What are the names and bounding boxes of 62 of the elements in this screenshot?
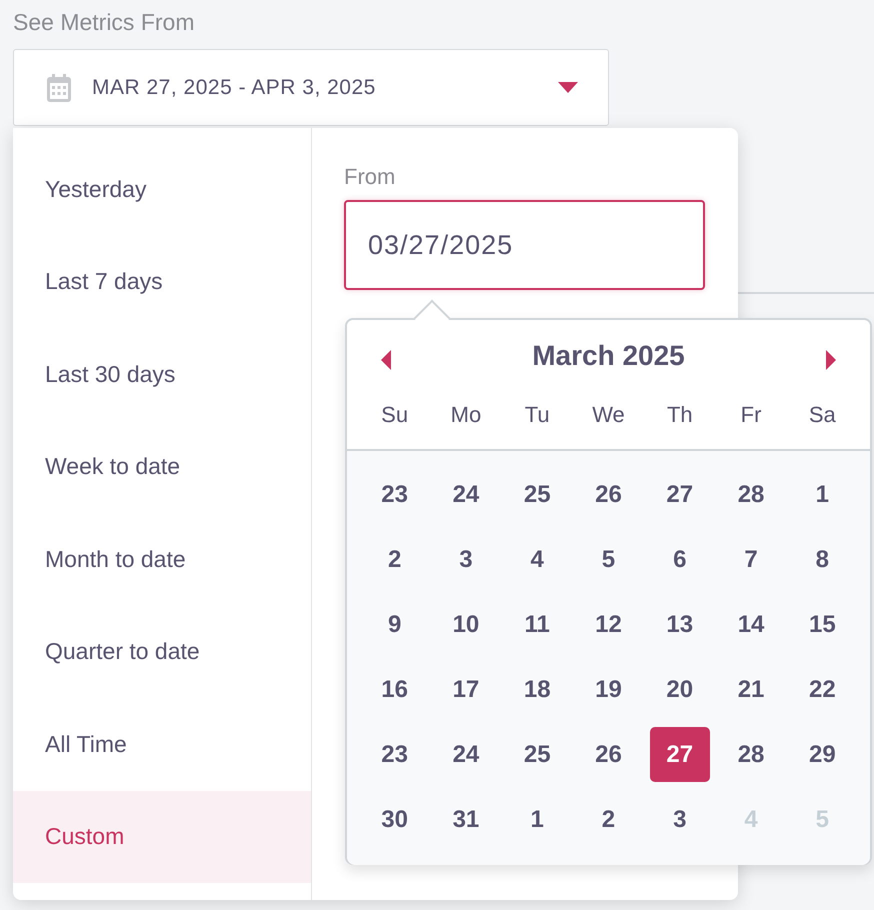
day-cell[interactable]: 29: [792, 727, 852, 782]
weekday-label: Sa: [808, 402, 837, 428]
preset-item[interactable]: Last 7 days: [13, 236, 311, 328]
day-cell[interactable]: 1: [792, 467, 852, 522]
day-cell[interactable]: 15: [792, 597, 852, 652]
day-cell[interactable]: 23: [364, 467, 425, 522]
day-cell[interactable]: 2: [578, 792, 638, 847]
day-cell[interactable]: 19: [578, 662, 638, 717]
day-cell[interactable]: 27: [650, 727, 710, 782]
weekday-label: Th: [666, 402, 694, 428]
day-cell[interactable]: 20: [650, 662, 710, 717]
day-cell[interactable]: 2: [364, 532, 425, 587]
preset-item[interactable]: Week to date: [13, 420, 311, 513]
date-range-dropdown[interactable]: MAR 27, 2025 - APR 3, 2025: [13, 49, 609, 126]
day-cell[interactable]: 24: [436, 467, 496, 522]
weekday-label: Mo: [450, 402, 482, 428]
day-cell[interactable]: 27: [650, 467, 710, 522]
day-cell[interactable]: 31: [436, 792, 496, 847]
day-cell[interactable]: 4: [507, 532, 568, 587]
day-cell[interactable]: 25: [507, 467, 568, 522]
day-cell[interactable]: 3: [436, 532, 496, 587]
day-cell[interactable]: 16: [364, 662, 425, 717]
weekday-label: Fr: [740, 402, 762, 428]
day-cell[interactable]: 3: [650, 792, 710, 847]
day-cell[interactable]: 28: [721, 727, 782, 782]
field-label: From: [344, 164, 396, 190]
calendar-icon: [46, 72, 72, 102]
day-cell[interactable]: 26: [578, 467, 638, 522]
day-cell[interactable]: 8: [792, 532, 852, 587]
preset-item[interactable]: All Time: [13, 698, 311, 790]
day-cell[interactable]: 10: [436, 597, 496, 652]
day-cell[interactable]: 24: [436, 727, 496, 782]
field-label: See Metrics From: [13, 9, 194, 36]
month-title: March 2025: [531, 340, 686, 372]
day-cell[interactable]: 7: [721, 532, 782, 587]
day-cell[interactable]: 21: [721, 662, 782, 717]
date-input[interactable]: 03/27/2025: [344, 200, 705, 290]
day-cell[interactable]: 12: [578, 597, 638, 652]
weekday-label: Tu: [524, 402, 551, 428]
day-cell[interactable]: 26: [578, 727, 638, 782]
weekday-label: We: [591, 402, 626, 428]
preset-item[interactable]: Quarter to date: [13, 606, 311, 698]
day-cell[interactable]: 14: [721, 597, 782, 652]
preset-item[interactable]: Month to date: [13, 513, 311, 606]
preset-item[interactable]: Last 30 days: [13, 328, 311, 420]
day-cell[interactable]: 30: [364, 792, 425, 847]
day-cell[interactable]: 18: [507, 662, 568, 717]
day-cell[interactable]: 1: [507, 792, 568, 847]
day-cell[interactable]: 11: [507, 597, 568, 652]
day-cell[interactable]: 13: [650, 597, 710, 652]
weekday-label: Su: [380, 402, 410, 428]
day-cell[interactable]: 9: [364, 597, 425, 652]
day-cell[interactable]: 22: [792, 662, 852, 717]
day-cell[interactable]: 25: [507, 727, 568, 782]
day-cell[interactable]: 23: [364, 727, 425, 782]
day-cell[interactable]: 17: [436, 662, 496, 717]
day-cell[interactable]: 5: [578, 532, 638, 587]
caret-icon: [558, 82, 578, 93]
day-cell[interactable]: 6: [650, 532, 710, 587]
preset-item[interactable]: Yesterday: [13, 143, 311, 236]
day-cell[interactable]: 28: [721, 467, 782, 522]
preset-item[interactable]: Custom: [13, 790, 311, 883]
